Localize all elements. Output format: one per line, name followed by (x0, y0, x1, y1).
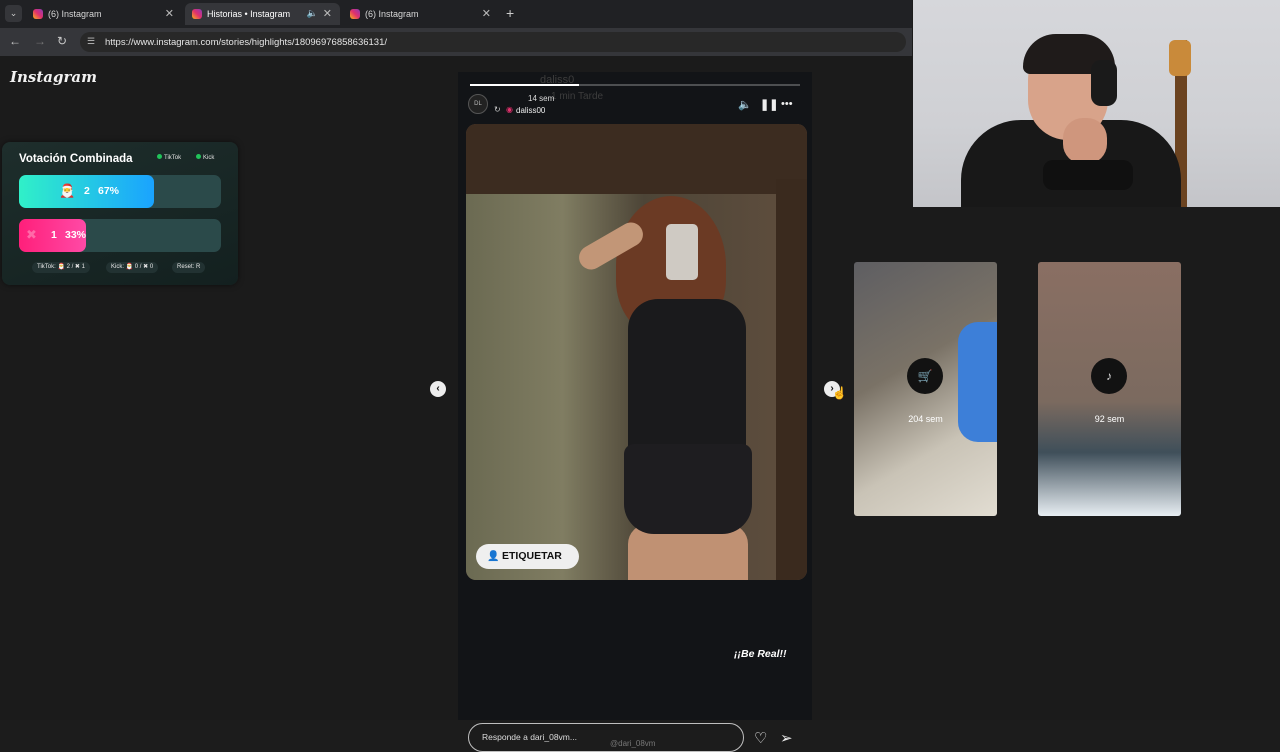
vote-bar-option-2: ✖ 1 33% (19, 219, 221, 252)
tiktok-chip: TikTok (157, 154, 181, 161)
instagram-favicon-icon (192, 9, 202, 19)
photo-detail (1063, 118, 1107, 164)
pause-icon[interactable]: ❚❚ (760, 98, 778, 111)
status-dot-icon (157, 154, 162, 159)
chip-label: TikTok (164, 155, 182, 161)
browser-tab-2[interactable]: Historias • Instagram 🔈 ✕ (185, 3, 340, 25)
more-options-icon[interactable]: ••• (781, 98, 793, 110)
tag-button[interactable]: 👤 ETIQUETAR (476, 544, 579, 569)
story-progress-bar (470, 84, 800, 86)
heart-icon[interactable]: ♡ (754, 729, 767, 747)
chip-label: Kick (203, 155, 215, 161)
tag-button-label: ETIQUETAR (502, 550, 562, 562)
side-story-2[interactable]: ♪ 92 sem (1038, 262, 1181, 516)
reset-hint: Reset: R (172, 262, 206, 273)
mention-sticker: @dari_08vm (610, 739, 656, 748)
side-story-time: 204 sem (908, 414, 943, 424)
story-ring-icon: ◉ (506, 105, 513, 114)
side-story-1[interactable]: 🛒 204 sem (854, 262, 997, 516)
photo-detail (1091, 60, 1117, 106)
previous-story-button[interactable]: ‹ (430, 381, 446, 397)
photo-detail (666, 224, 698, 280)
forward-arrow-icon[interactable]: → (34, 34, 46, 48)
address-bar[interactable]: ☰ https://www.instagram.com/stories/high… (80, 32, 906, 52)
highlight-icon: ↻ (494, 105, 501, 114)
mirror-frame-side (776, 179, 807, 580)
reply-input[interactable]: Responde a dari_08vm... @dari_08vm (468, 723, 744, 752)
vote-bar-option-1: 🎅 2 67% (19, 175, 221, 208)
tab-search-menu-button[interactable]: ⌄ (5, 5, 22, 22)
instagram-logo[interactable]: Instagram (10, 68, 97, 86)
kick-tally: Kick: 🎅 0 / ✖ 0 (106, 262, 159, 273)
speaker-icon[interactable]: 🔈 (307, 8, 318, 19)
story-username[interactable]: daliss00 (516, 106, 545, 115)
browser-tab-1[interactable]: (6) Instagram ✕ (26, 3, 182, 25)
tiktok-tally: TikTok: 🎅 2 / ✖ 1 (32, 262, 90, 273)
close-tab-icon[interactable]: ✕ (482, 7, 491, 20)
story-caption: ¡¡Be Real!! (734, 648, 787, 660)
mouse-pointer-icon: ☝ (832, 386, 847, 400)
reload-icon[interactable]: ↻ (57, 34, 67, 48)
site-settings-icon[interactable]: ☰ (87, 36, 95, 47)
status-dot-icon (196, 154, 201, 159)
tab-title: (6) Instagram (365, 9, 419, 19)
send-icon[interactable]: ➢ (780, 729, 793, 747)
vote-widget: Votación Combinada TikTok Kick 🎅 2 67% ✖… (2, 142, 238, 285)
reply-placeholder: Responde a dari_08vm... (482, 732, 577, 742)
photo-detail (628, 299, 746, 459)
browser-tab-bar: ⌄ (6) Instagram ✕ Historias • Instagram … (0, 0, 912, 28)
webcam-overlay (913, 0, 1280, 207)
photo-detail (958, 322, 997, 442)
new-tab-button[interactable]: + (506, 5, 514, 21)
instagram-favicon-icon (33, 9, 43, 19)
close-tab-icon[interactable]: ✕ (323, 7, 332, 20)
browser-toolbar: ← → ↻ ☰ https://www.instagram.com/storie… (0, 28, 912, 56)
story-time: 14 sem (528, 94, 555, 103)
tab-title: (6) Instagram (48, 9, 102, 19)
side-story-time: 92 sem (1094, 414, 1125, 424)
back-arrow-icon[interactable]: ← (9, 34, 21, 48)
vote-percent: 33% (65, 229, 87, 241)
mirror-frame (466, 124, 807, 194)
mute-icon[interactable]: 🔈 (738, 98, 752, 111)
story-photo: 👤 ETIQUETAR (466, 124, 807, 580)
vote-count: 1 (51, 229, 57, 241)
photo-detail (624, 444, 752, 534)
instagram-favicon-icon (350, 9, 360, 19)
x-mark-icon: ✖ (26, 227, 37, 242)
story-progress-fill (470, 84, 579, 86)
close-tab-icon[interactable]: ✕ (165, 7, 174, 20)
add-person-icon: 👤 (487, 551, 500, 562)
vote-count: 2 (84, 185, 90, 197)
browser-tab-3[interactable]: (6) Instagram ✕ (343, 3, 499, 25)
cart-icon: 🛒 (907, 358, 943, 394)
url-text: https://www.instagram.com/stories/highli… (105, 37, 388, 48)
story-viewer: daliss0 1 min Tarde DL 14 sem ↻ ◉ daliss… (458, 72, 812, 752)
avatar[interactable]: DL (468, 94, 488, 114)
ghost-time: 1 min Tarde (551, 91, 604, 102)
vote-percent: 67% (98, 185, 120, 197)
photo-detail (1043, 160, 1133, 190)
santa-icon: 🎅 (59, 183, 76, 198)
tab-title: Historias • Instagram (207, 9, 291, 19)
music-icon: ♪ (1091, 358, 1127, 394)
kick-chip: Kick (196, 154, 214, 161)
photo-detail (1169, 40, 1191, 76)
vote-title: Votación Combinada (19, 153, 133, 165)
